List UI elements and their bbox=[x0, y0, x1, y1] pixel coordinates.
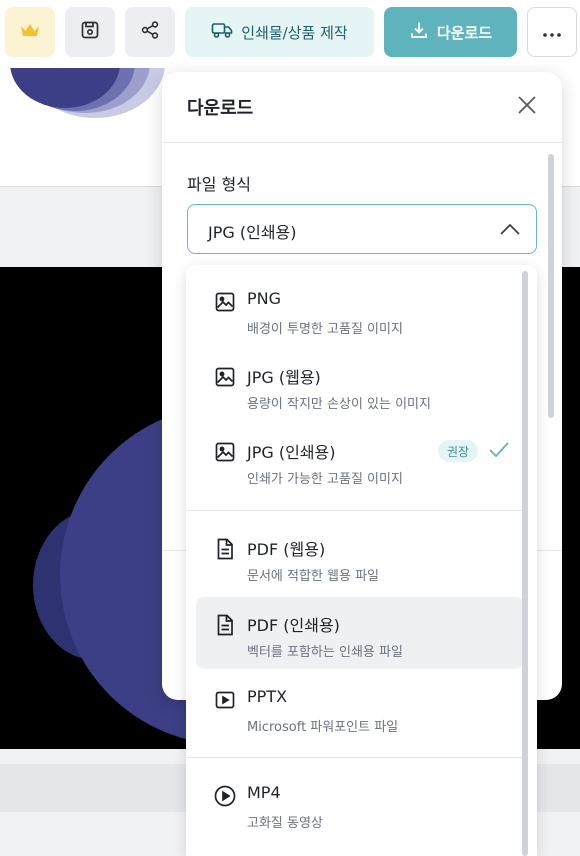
format-option-desc: 문서에 적합한 웹용 파일 bbox=[247, 569, 379, 584]
close-button[interactable] bbox=[514, 94, 540, 120]
panel-header: 다운로드 bbox=[162, 72, 562, 143]
format-option-png[interactable]: PNG 배경이 투명한 고품질 이미지 bbox=[196, 274, 524, 346]
truck-icon bbox=[211, 21, 233, 43]
share-button[interactable] bbox=[125, 7, 175, 57]
format-option-desc: 용량이 작지만 손상이 있는 이미지 bbox=[247, 397, 431, 412]
top-toolbar: 인쇄물/상품 제작 다운로드 bbox=[0, 0, 580, 68]
format-option-mp4[interactable]: MP4 고화질 동영상 bbox=[196, 768, 524, 840]
format-option-desc: 벡터를 포함하는 인쇄용 파일 bbox=[247, 645, 403, 660]
format-option-desc: 배경이 투명한 고품질 이미지 bbox=[247, 322, 403, 337]
image-icon bbox=[213, 440, 237, 464]
save-button[interactable] bbox=[65, 7, 115, 57]
format-option-pptx[interactable]: PPTX Microsoft 파워포인트 파일 bbox=[196, 672, 524, 744]
format-option-jpg-print[interactable]: JPG (인쇄용) 인쇄가 가능한 고품질 이미지 권장 bbox=[196, 424, 524, 496]
print-product-label: 인쇄물/상품 제작 bbox=[241, 23, 348, 42]
format-option-name: PDF (인쇄용) bbox=[247, 616, 340, 635]
checkmark-icon bbox=[488, 440, 510, 464]
dropdown-scrollbar[interactable] bbox=[522, 271, 528, 856]
panel-title: 다운로드 bbox=[187, 98, 254, 119]
image-icon bbox=[213, 290, 237, 314]
format-option-name: MP4 bbox=[247, 783, 281, 802]
format-option-name: JPG (웹용) bbox=[247, 368, 321, 387]
save-icon bbox=[80, 20, 100, 44]
close-icon bbox=[518, 96, 536, 118]
download-icon bbox=[409, 20, 429, 44]
share-icon bbox=[140, 20, 160, 44]
crown-icon bbox=[20, 22, 40, 42]
file-format-label: 파일 형식 bbox=[187, 175, 251, 194]
format-option-desc: Microsoft 파워포인트 파일 bbox=[247, 720, 399, 735]
format-option-name: PPTX bbox=[247, 687, 288, 706]
format-option-pdf-web[interactable]: PDF (웹용) 문서에 적합한 웹용 파일 bbox=[196, 521, 524, 593]
panel-scrollbar[interactable] bbox=[548, 154, 554, 418]
format-option-jpg-web[interactable]: JPG (웹용) 용량이 작지만 손상이 있는 이미지 bbox=[196, 349, 524, 421]
download-button[interactable]: 다운로드 bbox=[384, 7, 517, 57]
image-icon bbox=[213, 365, 237, 389]
dropdown-divider bbox=[186, 757, 527, 758]
file-format-select[interactable]: JPG (인쇄용) bbox=[187, 204, 537, 254]
format-option-pdf-print[interactable]: PDF (인쇄용) 벡터를 포함하는 인쇄용 파일 bbox=[196, 597, 524, 669]
format-option-desc: 인쇄가 가능한 고품질 이미지 bbox=[247, 472, 403, 487]
recommended-badge: 권장 bbox=[438, 440, 479, 462]
format-option-name: PDF (웹용) bbox=[247, 540, 326, 559]
more-icon bbox=[542, 23, 562, 42]
document-icon bbox=[213, 537, 237, 561]
format-option-name: JPG (인쇄용) bbox=[247, 443, 336, 462]
download-label: 다운로드 bbox=[436, 23, 493, 42]
more-options-button[interactable] bbox=[527, 7, 577, 57]
format-option-name: PNG bbox=[247, 289, 282, 308]
play-circle-icon bbox=[213, 784, 237, 808]
presentation-icon bbox=[213, 688, 237, 712]
document-icon bbox=[213, 613, 237, 637]
format-option-desc: 고화질 동영상 bbox=[247, 816, 323, 831]
print-product-button[interactable]: 인쇄물/상품 제작 bbox=[185, 7, 374, 57]
file-format-value: JPG (인쇄용) bbox=[208, 223, 297, 242]
premium-button[interactable] bbox=[5, 7, 55, 57]
file-format-dropdown: PNG 배경이 투명한 고품질 이미지 JPG (웹용) 용량이 작지만 손상이… bbox=[186, 265, 537, 856]
chevron-up-icon bbox=[500, 221, 520, 240]
dropdown-divider bbox=[186, 510, 527, 511]
